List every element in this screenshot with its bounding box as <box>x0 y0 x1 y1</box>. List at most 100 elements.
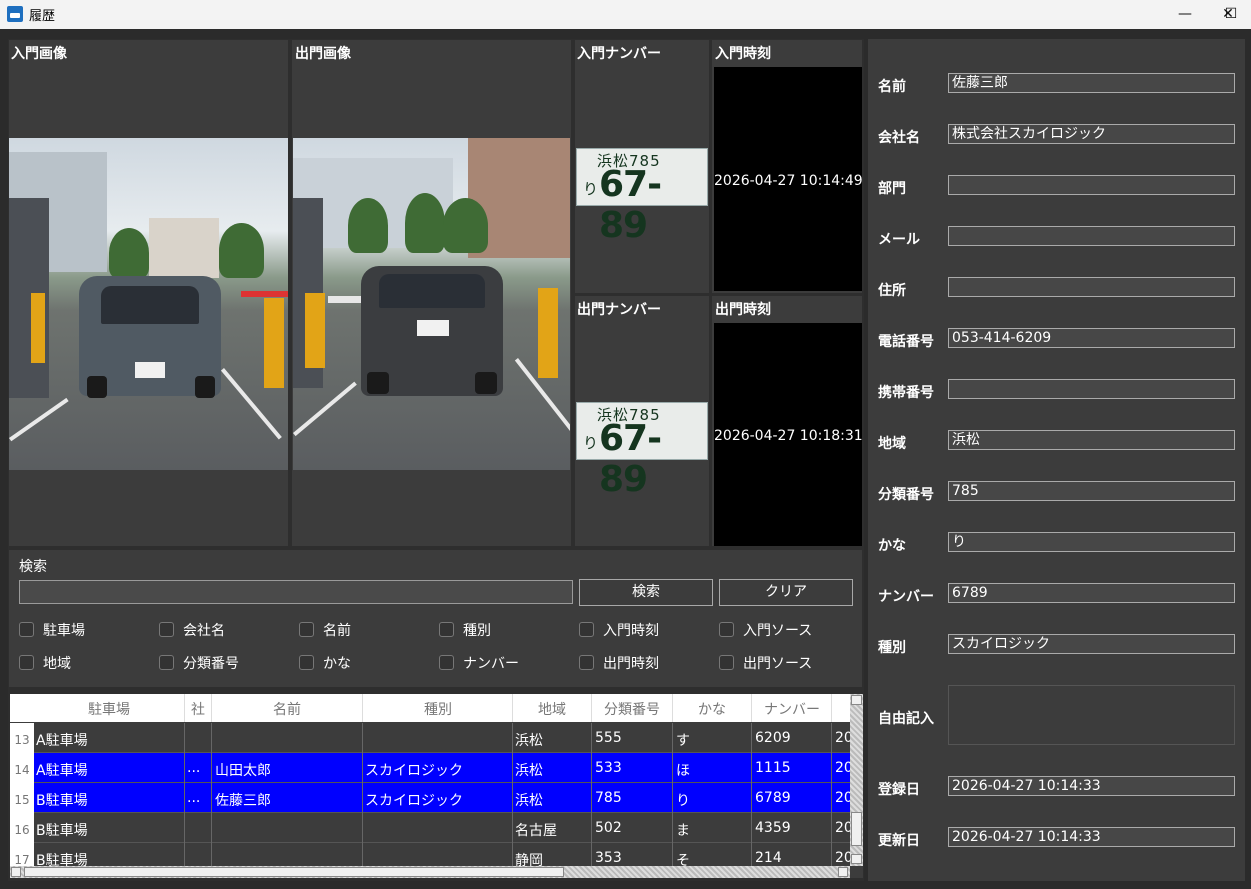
checkbox-icon <box>299 622 314 637</box>
updated-date-field[interactable]: 2026-04-27 10:14:33 <box>948 827 1235 847</box>
memo-field[interactable] <box>948 685 1235 745</box>
field-label-company: 会社名 <box>878 130 920 146</box>
checkbox-icon <box>299 655 314 670</box>
field-label-type: 種別 <box>878 640 906 656</box>
field-label-name: 名前 <box>878 79 906 95</box>
filter-kana[interactable]: かな <box>299 653 351 673</box>
entry-time-label: 入門時刻 <box>715 46 771 62</box>
col-type[interactable]: 種別 <box>363 699 513 719</box>
scroll-right-icon[interactable] <box>838 867 848 877</box>
checkbox-icon <box>579 655 594 670</box>
col-company[interactable]: 社 <box>185 699 211 719</box>
col-parking[interactable]: 駐車場 <box>34 699 184 719</box>
clear-button[interactable]: クリア <box>719 579 853 606</box>
entry-plate-image: 浜松785 り 67-89 <box>576 148 708 246</box>
entry-image <box>9 138 288 470</box>
table-row[interactable]: B駐車場 ... 佐藤三郎 スカイロジック 浜松 785 り 6789 20 <box>34 783 850 813</box>
row-number: 14 <box>10 753 34 783</box>
number-field[interactable]: 6789 <box>948 583 1235 603</box>
field-label-registered: 登録日 <box>878 782 920 798</box>
scroll-thumb[interactable] <box>24 867 564 877</box>
exit-plate-image: 浜松785 り 67-89 <box>576 402 708 500</box>
registered-date-field[interactable]: 2026-04-27 10:14:33 <box>948 776 1235 796</box>
entry-image-label: 入門画像 <box>11 46 67 62</box>
company-field[interactable]: 株式会社スカイロジック <box>948 124 1235 144</box>
class-number-field[interactable]: 785 <box>948 481 1235 501</box>
entry-plate-label: 入門ナンバー <box>577 46 661 62</box>
search-input[interactable] <box>19 580 573 604</box>
checkbox-icon <box>719 655 734 670</box>
address-field[interactable] <box>948 277 1235 297</box>
kana-field[interactable]: り <box>948 532 1235 552</box>
scroll-down-icon[interactable] <box>851 854 862 864</box>
field-label-department: 部門 <box>878 181 906 197</box>
exit-image-label: 出門画像 <box>295 46 351 62</box>
row-number: 15 <box>10 783 34 813</box>
type-field[interactable]: スカイロジック <box>948 634 1235 654</box>
exit-image <box>293 138 570 470</box>
entry-time-value: 2026-04-27 10:14:49 <box>714 173 863 189</box>
filter-company[interactable]: 会社名 <box>159 620 225 640</box>
checkbox-icon <box>159 622 174 637</box>
checkbox-icon <box>439 655 454 670</box>
checkbox-icon <box>19 655 34 670</box>
table-row[interactable]: B駐車場 名古屋 502 ま 4359 20 <box>34 813 850 843</box>
exit-time-label: 出門時刻 <box>715 302 771 318</box>
table-vertical-scrollbar[interactable] <box>850 694 863 866</box>
col-number[interactable]: ナンバー <box>752 699 832 719</box>
field-label-region: 地域 <box>878 436 906 452</box>
field-label-phone: 電話番号 <box>878 334 934 350</box>
col-name[interactable]: 名前 <box>212 699 362 719</box>
field-label-kana: かな <box>878 538 906 554</box>
filter-entry-source[interactable]: 入門ソース <box>719 620 812 640</box>
field-label-mobile: 携帯番号 <box>878 385 934 401</box>
phone-field[interactable]: 053-414-6209 <box>948 328 1235 348</box>
department-field[interactable] <box>948 175 1235 195</box>
row-number: 13 <box>10 723 34 753</box>
exit-plate-label: 出門ナンバー <box>577 302 661 318</box>
checkbox-icon <box>159 655 174 670</box>
exit-time-value: 2026-04-27 10:18:31 <box>714 428 863 444</box>
mobile-field[interactable] <box>948 379 1235 399</box>
col-class-number[interactable]: 分類番号 <box>592 699 672 719</box>
table-corner <box>10 694 34 722</box>
email-field[interactable] <box>948 226 1235 246</box>
filter-entry-time[interactable]: 入門時刻 <box>579 620 659 640</box>
row-number: 16 <box>10 813 34 843</box>
table-row[interactable]: A駐車場 浜松 555 す 6209 20 <box>34 723 850 753</box>
title-bar: 履歴 — <box>0 0 1251 29</box>
scroll-thumb[interactable] <box>851 812 862 846</box>
search-label: 検索 <box>19 559 47 575</box>
app-icon <box>7 6 23 22</box>
filter-type[interactable]: 種別 <box>439 620 491 640</box>
table-header: 駐車場 社 名前 種別 地域 分類番号 かな ナンバー <box>34 694 850 722</box>
table-row[interactable]: A駐車場 ... 山田太郎 スカイロジック 浜松 533 ほ 1115 20 <box>34 753 850 783</box>
col-region[interactable]: 地域 <box>513 699 591 719</box>
checkbox-icon <box>19 622 34 637</box>
history-table[interactable]: 駐車場 社 名前 種別 地域 分類番号 かな ナンバー 13 A駐車場 浜松 5… <box>10 694 863 878</box>
field-label-class-number: 分類番号 <box>878 487 934 503</box>
filter-number[interactable]: ナンバー <box>439 653 519 673</box>
table-horizontal-scrollbar[interactable] <box>10 866 850 878</box>
filter-exit-source[interactable]: 出門ソース <box>719 653 812 673</box>
region-field[interactable]: 浜松 <box>948 430 1235 450</box>
filter-region[interactable]: 地域 <box>19 653 71 673</box>
scroll-up-icon[interactable] <box>851 695 862 705</box>
close-button[interactable]: ✕ <box>1205 0 1251 29</box>
filter-exit-time[interactable]: 出門時刻 <box>579 653 659 673</box>
scroll-left-icon[interactable] <box>11 867 21 877</box>
field-label-address: 住所 <box>878 283 906 299</box>
window-title: 履歴 <box>29 9 56 24</box>
field-label-number: ナンバー <box>878 589 934 605</box>
field-label-email: メール <box>878 232 920 248</box>
name-field[interactable]: 佐藤三郎 <box>948 73 1235 93</box>
filter-class-number[interactable]: 分類番号 <box>159 653 239 673</box>
search-button[interactable]: 検索 <box>579 579 713 606</box>
filter-name[interactable]: 名前 <box>299 620 351 640</box>
detail-panel <box>868 39 1245 881</box>
checkbox-icon <box>719 622 734 637</box>
col-kana[interactable]: かな <box>673 699 751 719</box>
field-label-updated: 更新日 <box>878 833 920 849</box>
checkbox-icon <box>579 622 594 637</box>
filter-parking[interactable]: 駐車場 <box>19 620 85 640</box>
